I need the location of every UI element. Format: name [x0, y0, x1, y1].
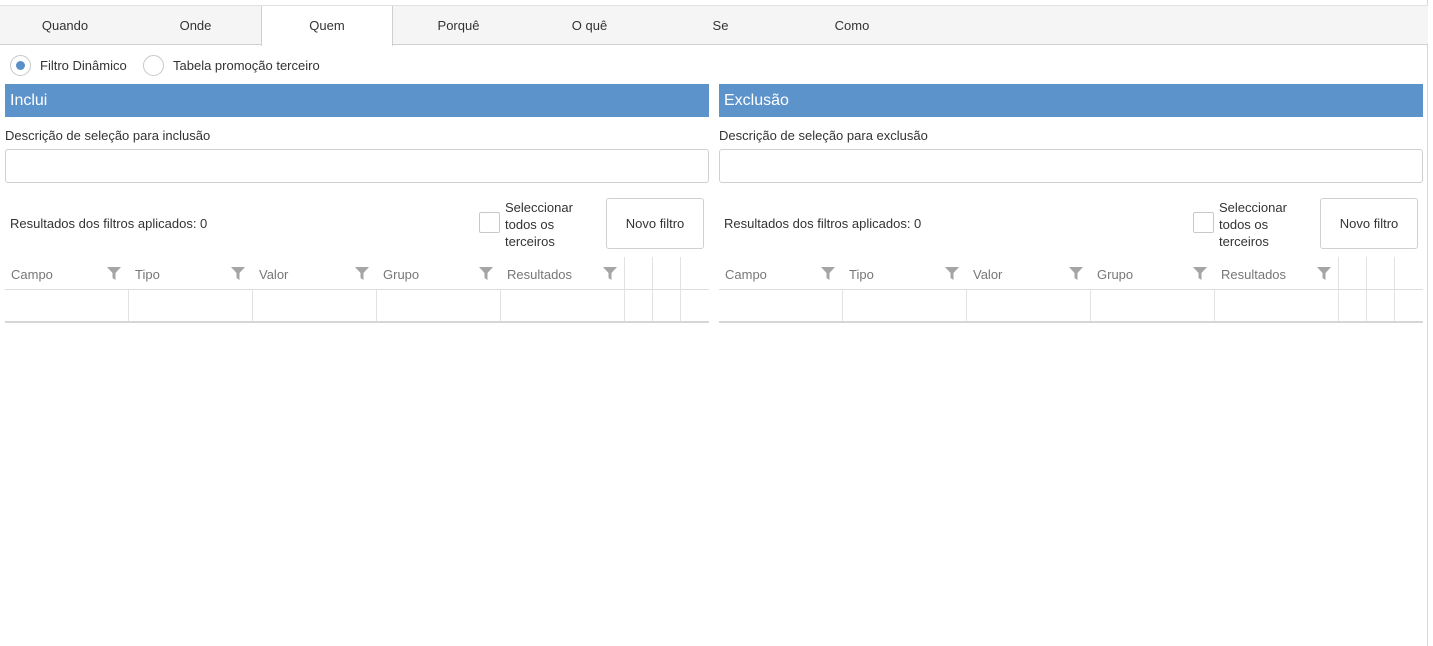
tab-como[interactable]: Como — [786, 6, 918, 45]
tab-quem[interactable]: Quem — [261, 6, 393, 46]
filter-icon[interactable] — [1317, 267, 1331, 280]
inclui-description-label: Descrição de seleção para inclusão — [5, 128, 211, 143]
tab-o-que[interactable]: O quê — [524, 6, 655, 45]
column-divider — [500, 290, 501, 321]
filter-icon[interactable] — [107, 267, 121, 280]
column-divider — [1090, 290, 1091, 321]
filter-icon[interactable] — [821, 267, 835, 280]
exclusao-select-all-label[interactable]: Seleccionar todos os terceiros — [1219, 199, 1309, 250]
column-label: Tipo — [135, 267, 160, 282]
exclusao-novo-filtro-button[interactable]: Novo filtro — [1320, 198, 1418, 249]
column-label: Valor — [259, 267, 289, 282]
tab-quando[interactable]: Quando — [0, 6, 130, 45]
inclui-results-label: Resultados dos filtros aplicados: 0 — [10, 216, 208, 231]
exclusao-header: Exclusão — [719, 84, 1423, 117]
column-label: Grupo — [383, 267, 420, 282]
column-header-tipo[interactable]: Tipo — [129, 257, 252, 290]
column-divider — [966, 290, 967, 321]
tab-onde[interactable]: Onde — [130, 6, 261, 45]
inclui-novo-filtro-button[interactable]: Novo filtro — [606, 198, 704, 249]
exclusao-results-label: Resultados dos filtros aplicados: 0 — [724, 216, 922, 231]
column-divider — [252, 290, 253, 321]
tabela-promocao-label[interactable]: Tabela promoção terceiro — [173, 58, 320, 73]
inclui-description-input[interactable] — [5, 149, 709, 183]
inclui-header: Inclui — [5, 84, 709, 117]
column-label: Grupo — [1097, 267, 1134, 282]
exclusao-select-all-checkbox[interactable] — [1193, 212, 1214, 233]
column-header-valor[interactable]: Valor — [967, 257, 1090, 290]
tab-se[interactable]: Se — [655, 6, 786, 45]
column-header-campo[interactable]: Campo — [719, 257, 842, 290]
inclui-select-all-checkbox[interactable] — [479, 212, 500, 233]
inclui-select-all-label[interactable]: Seleccionar todos os terceiros — [505, 199, 595, 250]
filter-icon[interactable] — [479, 267, 493, 280]
filter-icon[interactable] — [231, 267, 245, 280]
grid-empty-row — [5, 290, 709, 321]
column-label: Resultados — [1221, 267, 1287, 282]
column-header-tipo[interactable]: Tipo — [843, 257, 966, 290]
column-label: Campo — [725, 267, 767, 282]
tabela-promocao-radio[interactable] — [143, 55, 164, 76]
exclusao-description-input[interactable] — [719, 149, 1423, 183]
column-divider — [842, 290, 843, 321]
filter-icon[interactable] — [355, 267, 369, 280]
inclui-filter-grid: Campo Tipo Valor Grupo Resultados — [5, 257, 709, 323]
filter-icon[interactable] — [603, 267, 617, 280]
column-header-campo[interactable]: Campo — [5, 257, 128, 290]
filtro-dinamico-label[interactable]: Filtro Dinâmico — [40, 58, 127, 73]
filter-icon[interactable] — [945, 267, 959, 280]
column-divider — [128, 290, 129, 321]
column-label: Resultados — [507, 267, 573, 282]
exclusao-description-label: Descrição de seleção para exclusão — [719, 128, 928, 143]
exclusao-filter-grid: Campo Tipo Valor Grupo Resultados — [719, 257, 1423, 323]
column-header-valor[interactable]: Valor — [253, 257, 376, 290]
radio-selected-dot — [16, 61, 25, 70]
column-label: Tipo — [849, 267, 874, 282]
column-header-grupo[interactable]: Grupo — [377, 257, 500, 290]
column-divider — [376, 290, 377, 321]
column-header-grupo[interactable]: Grupo — [1091, 257, 1214, 290]
grid-empty-row — [719, 290, 1423, 321]
exclusao-panel: Exclusão Descrição de seleção para exclu… — [719, 84, 1423, 323]
right-border — [1427, 0, 1428, 646]
column-label: Campo — [11, 267, 53, 282]
tab-porque[interactable]: Porquê — [393, 6, 524, 45]
grid-header-row: Campo Tipo Valor Grupo Resultados — [719, 257, 1423, 290]
filter-icon[interactable] — [1193, 267, 1207, 280]
grid-header-row: Campo Tipo Valor Grupo Resultados — [5, 257, 709, 290]
filter-icon[interactable] — [1069, 267, 1083, 280]
tab-bar: Quando Onde Quem Porquê O quê Se Como — [0, 5, 1428, 46]
filtro-dinamico-radio[interactable] — [10, 55, 31, 76]
column-header-resultados[interactable]: Resultados — [501, 257, 624, 290]
column-divider — [1214, 290, 1215, 321]
column-label: Valor — [973, 267, 1003, 282]
inclui-panel: Inclui Descrição de seleção para inclusã… — [5, 84, 709, 323]
column-header-resultados[interactable]: Resultados — [1215, 257, 1338, 290]
